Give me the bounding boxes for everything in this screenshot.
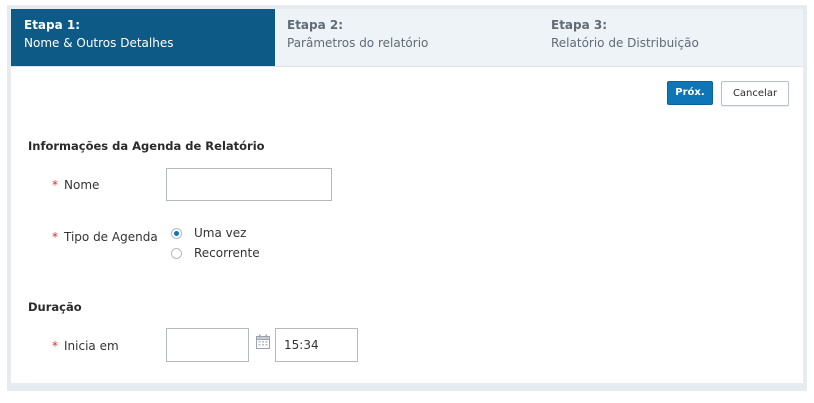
schedule-type-label-text: Tipo de Agenda [64,230,158,244]
required-marker: * [52,178,58,192]
step-1-subtitle: Nome & Outros Detalhes [24,36,174,50]
duration-section-title: Duração [28,300,82,314]
schedule-type-label: * Tipo de Agenda [52,230,158,244]
start-date-input[interactable] [166,328,249,362]
name-input[interactable] [166,168,332,201]
radio-recurring-control[interactable] [171,247,182,259]
schedule-info-section-title: Informações da Agenda de Relatório [28,139,265,153]
required-marker: * [52,339,58,353]
cancel-button[interactable]: Cancelar [721,81,789,106]
radio-recurring-label: Recorrente [194,246,260,260]
next-button[interactable]: Próx. [667,81,713,105]
start-time-input[interactable] [275,328,358,362]
step-2-title: Etapa 2: [287,18,344,32]
step-2-subtitle: Parâmetros do relatório [287,36,429,50]
wizard-steps: Etapa 1: Nome & Outros Detalhes Etapa 2:… [11,9,803,67]
required-marker: * [52,230,58,244]
dialog-frame: Etapa 1: Nome & Outros Detalhes Etapa 2:… [7,5,807,391]
step-3[interactable]: Etapa 3: Relatório de Distribuição [539,9,803,66]
name-label-text: Nome [64,178,100,192]
radio-once-label: Uma vez [194,226,247,240]
name-label: * Nome [52,178,99,192]
step-1[interactable]: Etapa 1: Nome & Outros Detalhes [11,9,275,66]
step-3-subtitle: Relatório de Distribuição [551,36,699,50]
wizard-panel: Etapa 1: Nome & Outros Detalhes Etapa 2:… [11,9,803,383]
calendar-icon[interactable] [255,334,271,350]
step-3-title: Etapa 3: [551,18,608,32]
starts-label-text: Inicia em [64,339,119,353]
radio-recurring[interactable]: Recorrente [171,244,260,262]
starts-label: * Inicia em [52,339,119,353]
radio-once-control[interactable] [171,227,182,239]
step-1-title: Etapa 1: [24,18,81,32]
radio-once[interactable]: Uma vez [171,224,246,242]
step-2[interactable]: Etapa 2: Parâmetros do relatório [275,9,539,66]
